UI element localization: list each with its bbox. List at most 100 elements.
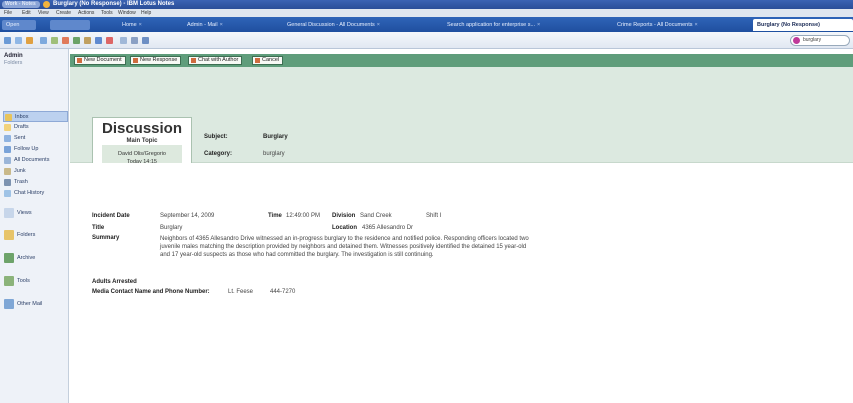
- title-value: Burglary: [160, 225, 183, 231]
- toolbar: burglary: [0, 32, 853, 49]
- format-icon[interactable]: [95, 37, 102, 44]
- nav-item-folders[interactable]: Folders: [3, 225, 68, 245]
- close-icon[interactable]: ×: [139, 22, 142, 28]
- nav-item-chat-history[interactable]: Chat History: [3, 188, 68, 199]
- tab-burglary-active[interactable]: Burglary (No Response): [753, 19, 853, 31]
- nav-item-junk[interactable]: Junk: [3, 166, 68, 177]
- close-icon[interactable]: ×: [537, 22, 540, 28]
- tab-crime-reports[interactable]: Crime Reports - All Documents ×: [613, 20, 743, 30]
- cancel-button[interactable]: Cancel: [252, 56, 284, 65]
- media-contact-phone: 444-7270: [270, 289, 296, 295]
- nav-item-other-mail[interactable]: Other Mail: [3, 294, 68, 314]
- search-icon[interactable]: [793, 37, 800, 44]
- window-title: Burglary (No Response) - IBM Lotus Notes: [53, 1, 175, 7]
- folders-icon: [4, 230, 14, 240]
- nav-item-trash[interactable]: Trash: [3, 177, 68, 188]
- sent-icon: [4, 135, 11, 142]
- junk-icon: [4, 168, 11, 175]
- summary-label: Summary: [92, 235, 120, 241]
- tab-bar: Open Home × Admin - Mail × General Discuss…: [0, 17, 853, 32]
- menu-actions[interactable]: Actions: [78, 9, 94, 17]
- menu-edit[interactable]: Edit: [22, 9, 31, 17]
- menu-view[interactable]: View: [38, 9, 49, 17]
- nav-item-views[interactable]: Views: [3, 203, 68, 223]
- refresh-icon[interactable]: [131, 37, 138, 44]
- new-document-button[interactable]: New Document: [74, 56, 126, 65]
- tab-replicator[interactable]: [50, 20, 90, 30]
- discussion-subtitle: Main Topic: [126, 138, 158, 144]
- nav-item-all-documents[interactable]: All Documents: [3, 155, 68, 166]
- new-response-button[interactable]: New Response: [130, 56, 182, 65]
- nav-item-tools[interactable]: Tools: [3, 271, 68, 291]
- location-value: 4365 Allesandro Dr: [362, 225, 414, 231]
- lotus-notes-logo-icon: [43, 1, 50, 8]
- follow-up-icon: [4, 146, 11, 153]
- nav-item-sent[interactable]: Sent: [3, 133, 68, 144]
- document-icon: [77, 58, 82, 63]
- forward-icon[interactable]: [15, 37, 22, 44]
- edit-icon[interactable]: [73, 37, 80, 44]
- menu-help[interactable]: Help: [141, 9, 151, 17]
- time-label: Time: [268, 213, 282, 219]
- search-input[interactable]: burglary: [790, 35, 850, 46]
- chat-with-author-button[interactable]: Chat with Author: [188, 56, 243, 65]
- tab-open[interactable]: Open: [2, 20, 36, 30]
- new-icon[interactable]: [40, 37, 47, 44]
- nav-item-follow-up[interactable]: Follow Up: [3, 144, 68, 155]
- shift-value: Shift I: [426, 213, 442, 219]
- nav-subheader: Folders: [4, 60, 23, 66]
- other-mail-icon: [4, 299, 14, 309]
- chat-icon: [191, 58, 196, 63]
- drafts-icon: [4, 124, 11, 131]
- discussion-title: Discussion: [101, 120, 183, 137]
- location-label: Location: [332, 225, 357, 231]
- close-icon[interactable]: ×: [377, 22, 380, 28]
- subject-value: Burglary: [263, 134, 288, 140]
- tab-general-discussion[interactable]: General Discussion - All Documents ×: [283, 20, 433, 30]
- author-name: David Olis/Gregorio: [118, 151, 166, 157]
- title-label: Title: [92, 225, 105, 231]
- link-icon[interactable]: [84, 37, 91, 44]
- tab-admin-mail[interactable]: Admin - Mail ×: [183, 20, 273, 30]
- summary-text: Neighbors of 4365 Allesandro Drive witne…: [160, 236, 529, 258]
- delete-icon[interactable]: [106, 37, 113, 44]
- stop-icon[interactable]: [26, 37, 33, 44]
- action-bar: New Document New Response Chat with Auth…: [70, 54, 853, 67]
- division-value: Sand Creek: [360, 213, 392, 219]
- reply-icon[interactable]: [51, 37, 58, 44]
- menu-file[interactable]: File: [4, 9, 12, 17]
- media-contact-name: Lt. Feese: [228, 289, 254, 295]
- time-value: 12:49:00 PM: [286, 213, 321, 219]
- close-icon[interactable]: ×: [220, 22, 223, 28]
- title-bar: Work - Notes Burglary (No Response) - IB…: [0, 0, 853, 9]
- category-label: Category:: [204, 151, 233, 157]
- forward-mail-icon[interactable]: [62, 37, 69, 44]
- menu-create[interactable]: Create: [56, 9, 71, 17]
- inbox-icon: [5, 114, 12, 121]
- back-icon[interactable]: [4, 37, 11, 44]
- menu-window[interactable]: Window: [118, 9, 136, 17]
- adults-arrested-label: Adults Arrested: [92, 279, 137, 285]
- nav-item-drafts[interactable]: Drafts: [3, 122, 68, 133]
- nav-item-inbox[interactable]: Inbox: [3, 111, 68, 122]
- incident-date-label: Incident Date: [92, 213, 130, 219]
- menu-tools[interactable]: Tools: [101, 9, 113, 17]
- nav-item-archive[interactable]: Archive: [3, 248, 68, 268]
- archive-icon: [4, 253, 14, 263]
- tools-icon: [4, 276, 14, 286]
- cancel-icon: [255, 58, 260, 63]
- document-body: Incident Date September 14, 2009 Time 12…: [70, 163, 853, 403]
- app-switch-button[interactable]: Work - Notes: [2, 1, 40, 8]
- nav-header: Admin: [4, 53, 23, 59]
- subject-label: Subject:: [204, 134, 228, 140]
- tab-home[interactable]: Home ×: [118, 20, 173, 30]
- tab-search-application[interactable]: Search application for enterprise s... ×: [443, 20, 603, 30]
- all-documents-icon: [4, 157, 11, 164]
- incident-date-value: September 14, 2009: [160, 213, 215, 219]
- division-label: Division: [332, 213, 356, 219]
- close-icon[interactable]: ×: [695, 22, 698, 28]
- document-header: Discussion Main Topic David Olis/Gregori…: [70, 67, 853, 187]
- print-icon[interactable]: [120, 37, 127, 44]
- view-icon[interactable]: [142, 37, 149, 44]
- views-icon: [4, 208, 14, 218]
